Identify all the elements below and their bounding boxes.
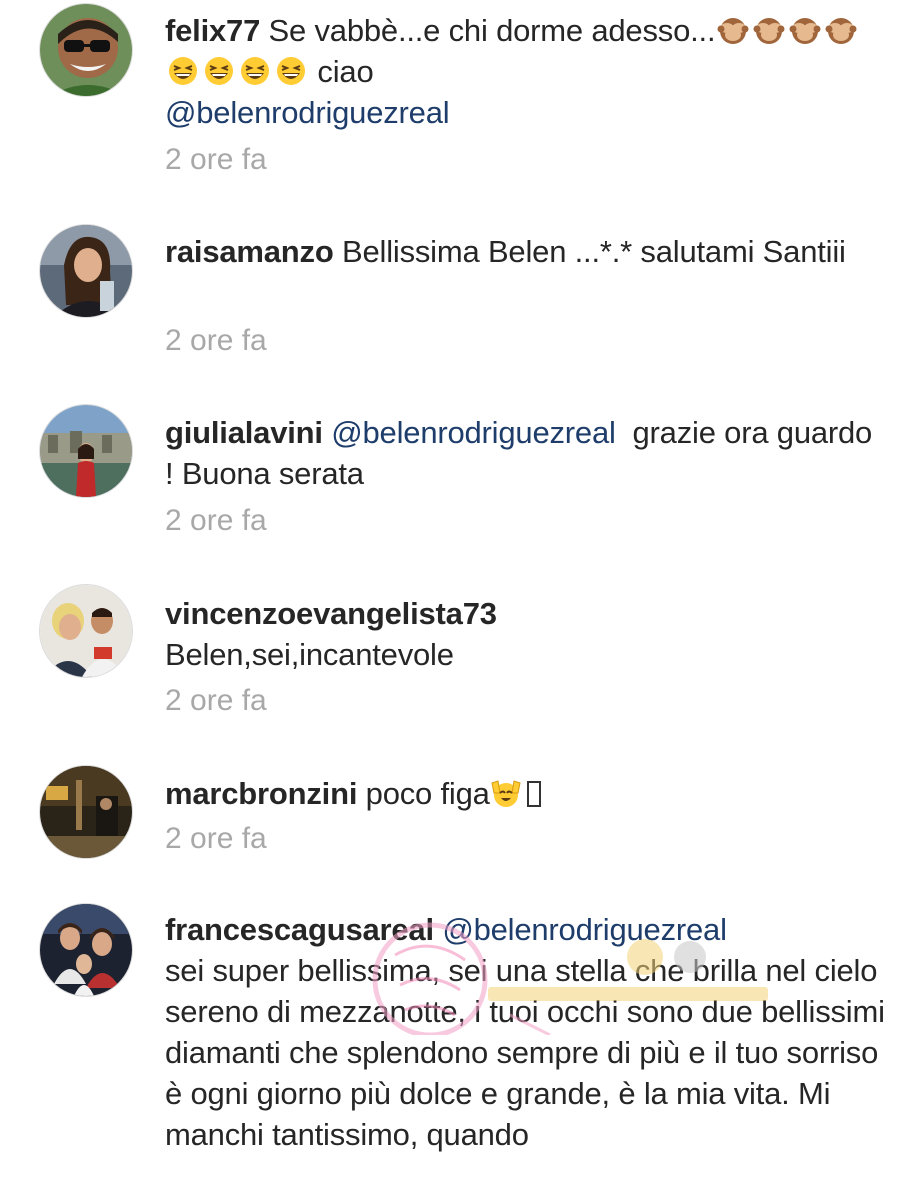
comment-timestamp[interactable]: 2 ore fa bbox=[165, 822, 267, 856]
comment-text: giulialavini @belenrodriguezreal grazie … bbox=[165, 412, 885, 494]
comment-username[interactable]: marcbronzini bbox=[165, 776, 357, 811]
comment-username[interactable]: vincenzoevangelista73 bbox=[165, 596, 497, 631]
grinning-squinting-face-icon bbox=[167, 55, 199, 87]
see-no-evil-monkey-icon bbox=[717, 14, 749, 46]
comment-body: sei super bellissima, sei una stella che… bbox=[165, 953, 885, 1152]
mention-link[interactable]: @belenrodriguezreal bbox=[331, 415, 616, 450]
avatar[interactable] bbox=[40, 225, 132, 317]
comment-username[interactable]: francescagusareal bbox=[165, 912, 434, 947]
see-no-evil-monkey-icon bbox=[789, 14, 821, 46]
avatar[interactable] bbox=[40, 405, 132, 497]
comment-text: vincenzoevangelista73 Belen,sei,incantev… bbox=[165, 593, 885, 675]
comment-body: Belen,sei,incantevole bbox=[165, 637, 454, 672]
see-no-evil-monkey-icon bbox=[825, 14, 857, 46]
grinning-squinting-face-icon bbox=[275, 55, 307, 87]
avatar[interactable] bbox=[40, 904, 132, 996]
comment-username[interactable]: giulialavini bbox=[165, 415, 323, 450]
avatar[interactable] bbox=[40, 585, 132, 677]
mention-link[interactable]: @belenrodriguezreal bbox=[165, 95, 450, 130]
comment-text: raisamanzo Bellissima Belen ...*.* salut… bbox=[165, 231, 885, 272]
comment-timestamp[interactable]: 2 ore fa bbox=[165, 504, 267, 538]
comment-body-after: ciao bbox=[309, 54, 374, 89]
raising-hands-smiling-icon bbox=[490, 777, 522, 809]
mention-link[interactable]: @belenrodriguezreal bbox=[442, 912, 727, 947]
comment-text: felix77 Se vabbè...e chi dorme adesso...… bbox=[165, 10, 885, 133]
comment-body: poco figa bbox=[365, 776, 490, 811]
avatar[interactable] bbox=[40, 4, 132, 96]
comment-body: Se vabbè...e chi dorme adesso... bbox=[268, 13, 716, 48]
grinning-squinting-face-icon bbox=[239, 55, 271, 87]
comment-timestamp[interactable]: 2 ore fa bbox=[165, 684, 267, 718]
comment-username[interactable]: raisamanzo bbox=[165, 234, 334, 269]
comment-text: francescagusareal @belenrodriguezreal se… bbox=[165, 909, 885, 1155]
missing-glyph-icon bbox=[526, 781, 541, 807]
comment-username[interactable]: felix77 bbox=[165, 13, 260, 48]
comment-body: Bellissima Belen ...*.* salutami Santiii bbox=[342, 234, 846, 269]
grinning-squinting-face-icon bbox=[203, 55, 235, 87]
see-no-evil-monkey-icon bbox=[753, 14, 785, 46]
comment-timestamp[interactable]: 2 ore fa bbox=[165, 324, 267, 358]
comment-timestamp[interactable]: 2 ore fa bbox=[165, 143, 267, 177]
comment-text: marcbronzini poco figa bbox=[165, 773, 885, 814]
avatar[interactable] bbox=[40, 766, 132, 858]
